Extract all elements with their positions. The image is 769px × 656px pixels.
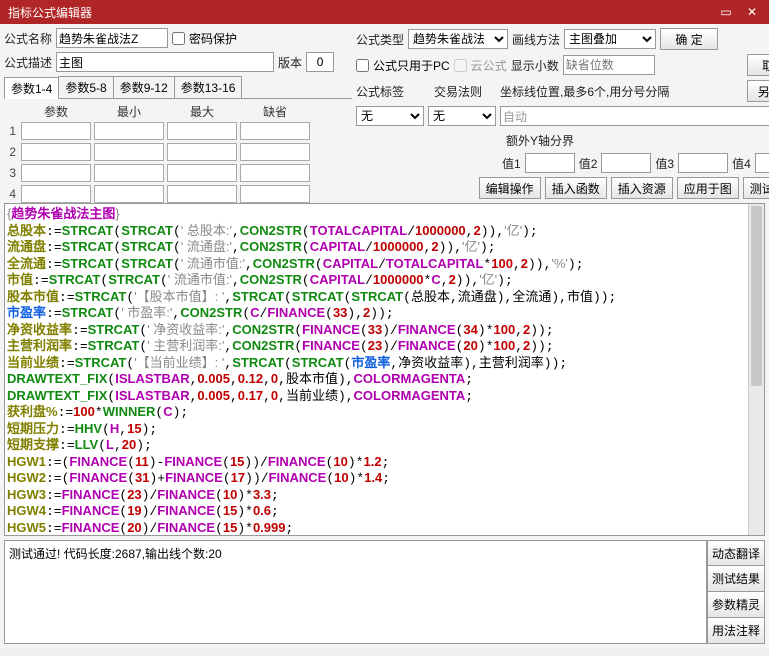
param-name-1[interactable] xyxy=(21,122,91,140)
test-result-button[interactable]: 测试结果 xyxy=(707,566,765,592)
status-output: 测试通过! 代码长度:2687,输出线个数:20 xyxy=(4,540,707,644)
line-method-select[interactable]: 主图叠加 xyxy=(564,29,656,49)
label-type: 公式类型 xyxy=(356,31,404,48)
apply-chart-button[interactable]: 应用于图 xyxy=(677,177,739,199)
dyn-translate-button[interactable]: 动态翻译 xyxy=(707,540,765,566)
cancel-button[interactable]: 取 消 xyxy=(747,54,769,76)
insert-func-button[interactable]: 插入函数 xyxy=(545,177,607,199)
label-line-method: 画线方法 xyxy=(512,31,560,48)
param-name-2[interactable] xyxy=(21,143,91,161)
param-tabs: 参数1-4 参数5-8 参数9-12 参数13-16 xyxy=(4,76,352,99)
desc-input[interactable] xyxy=(56,52,274,72)
trade-rule-select[interactable]: 无 xyxy=(428,106,496,126)
ok-button[interactable]: 确 定 xyxy=(660,28,718,50)
y3-input[interactable] xyxy=(678,153,728,173)
name-input[interactable] xyxy=(56,28,168,48)
tab-params-1-4[interactable]: 参数1-4 xyxy=(4,77,59,99)
y1-input[interactable] xyxy=(525,153,575,173)
param-name-4[interactable] xyxy=(21,185,91,203)
test-formula-button[interactable]: 测试公式 xyxy=(743,177,769,199)
param-def-3[interactable] xyxy=(240,164,310,182)
label-extra-y: 额外Y轴分界 xyxy=(506,132,574,149)
param-min-4[interactable] xyxy=(94,185,164,203)
label-trade-rule: 交易法则 xyxy=(434,83,482,100)
tag-select[interactable]: 无 xyxy=(356,106,424,126)
scrollbar-vertical[interactable] xyxy=(748,204,764,535)
insert-res-button[interactable]: 插入资源 xyxy=(611,177,673,199)
minimize-icon[interactable]: ▭ xyxy=(717,3,735,21)
param-max-3[interactable] xyxy=(167,164,237,182)
param-name-3[interactable] xyxy=(21,164,91,182)
cloud-checkbox: 云公式 xyxy=(454,57,507,74)
code-editor[interactable]: {趋势朱雀战法主图} 总股本:=STRCAT(STRCAT(' 总股本:',CO… xyxy=(4,203,765,536)
param-max-2[interactable] xyxy=(167,143,237,161)
version-input[interactable] xyxy=(306,52,334,72)
coord-input xyxy=(500,106,769,126)
close-icon[interactable]: ✕ xyxy=(743,3,761,21)
edit-op-button[interactable]: 编辑操作 xyxy=(479,177,541,199)
param-def-4[interactable] xyxy=(240,185,310,203)
label-decimal: 显示小数 xyxy=(511,57,559,74)
param-def-1[interactable] xyxy=(240,122,310,140)
param-min-2[interactable] xyxy=(94,143,164,161)
param-min-3[interactable] xyxy=(94,164,164,182)
y4-input[interactable] xyxy=(755,153,769,173)
tab-params-13-16[interactable]: 参数13-16 xyxy=(174,76,243,98)
tab-params-5-8[interactable]: 参数5-8 xyxy=(58,76,113,98)
label-desc: 公式描述 xyxy=(4,54,52,71)
param-min-1[interactable] xyxy=(94,122,164,140)
window-title: 指标公式编辑器 xyxy=(4,4,92,21)
label-tag: 公式标签 xyxy=(356,83,404,100)
type-select[interactable]: 趋势朱雀战法 xyxy=(408,29,508,49)
save-as-button[interactable]: 另存为 xyxy=(747,80,769,102)
param-max-1[interactable] xyxy=(167,122,237,140)
label-coord-hint: 坐标线位置,最多6个,用分号分隔 xyxy=(500,83,669,100)
tab-params-9-12[interactable]: 参数9-12 xyxy=(113,76,175,98)
pwd-checkbox[interactable]: 密码保护 xyxy=(172,30,237,47)
param-grid: 1 2 3 4 参数 最小 最大 缺省 xyxy=(4,103,352,203)
pc-only-checkbox[interactable]: 公式只用于PC xyxy=(356,57,450,74)
param-wizard-button[interactable]: 参数精灵 xyxy=(707,592,765,618)
param-def-2[interactable] xyxy=(240,143,310,161)
title-bar: 指标公式编辑器 ▭ ✕ xyxy=(0,0,769,24)
y2-input[interactable] xyxy=(601,153,651,173)
label-name: 公式名称 xyxy=(4,30,52,47)
dec-places-input[interactable] xyxy=(563,55,655,75)
param-max-4[interactable] xyxy=(167,185,237,203)
usage-button[interactable]: 用法注释 xyxy=(707,618,765,644)
label-version: 版本 xyxy=(278,54,302,71)
